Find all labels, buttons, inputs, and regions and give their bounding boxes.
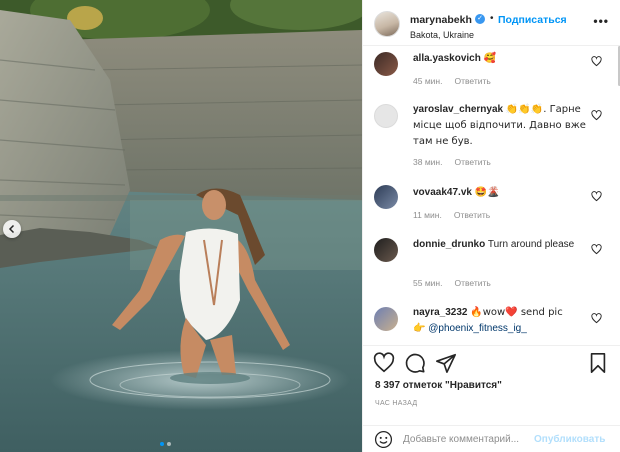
commenter-username[interactable]: nayra_3232 xyxy=(413,307,468,318)
commenter-avatar[interactable] xyxy=(374,307,398,331)
comment-text: Turn around please xyxy=(487,239,575,250)
heart-icon[interactable] xyxy=(591,56,602,67)
chevron-left-icon xyxy=(8,224,15,234)
previous-photo-button[interactable] xyxy=(3,220,21,238)
post-time[interactable]: ЧАС НАЗАД xyxy=(375,400,417,407)
reply-button[interactable]: Ответить xyxy=(454,278,490,288)
mention-link[interactable]: @phoenix_fitness_ig_ xyxy=(428,323,527,334)
post-actions: 8 397 отметок "Нравится" ЧАС НАЗАД xyxy=(363,345,620,425)
commenter-username[interactable]: donnie_drunko xyxy=(413,239,485,250)
comment-text: 🥰 xyxy=(483,53,497,64)
share-icon[interactable] xyxy=(435,352,457,374)
heart-icon[interactable] xyxy=(591,110,602,121)
comment-meta: 11 мин. Ответить xyxy=(413,210,490,220)
commenter-username[interactable]: alla.yaskovich xyxy=(413,53,481,64)
heart-icon[interactable] xyxy=(591,191,602,202)
heart-icon[interactable] xyxy=(591,313,602,324)
comment-time: 55 мин. xyxy=(413,278,443,288)
comment-meta: 45 мин. Ответить xyxy=(413,76,491,86)
reply-button[interactable]: Ответить xyxy=(454,157,490,167)
carousel-dot-active xyxy=(160,442,164,446)
post-photo[interactable] xyxy=(0,0,362,452)
heart-icon[interactable] xyxy=(373,352,395,374)
photo-scene xyxy=(0,0,362,452)
post-header: marynabekh ✓ • Подписаться Bakota, Ukrai… xyxy=(363,0,620,46)
commenter-avatar[interactable] xyxy=(374,104,398,128)
add-comment-bar: Опубликовать xyxy=(363,425,620,452)
comment-body: yaroslav_chernyak 👏👏👏. Гарне місце щоб в… xyxy=(413,102,593,150)
heart-icon[interactable] xyxy=(591,244,602,255)
author-avatar[interactable] xyxy=(374,11,400,37)
commenter-avatar[interactable] xyxy=(374,52,398,76)
emoji-icon[interactable] xyxy=(374,430,393,449)
reply-button[interactable]: Ответить xyxy=(454,76,490,86)
comment-text: 🤩🌋 xyxy=(474,187,500,198)
comment-text: 🔥wow❤️ send pic xyxy=(470,307,563,318)
comment-body: nayra_3232 🔥wow❤️ send pic 👉 @phoenix_fi… xyxy=(413,305,593,337)
comment-input[interactable] xyxy=(403,430,538,449)
carousel-indicator xyxy=(160,442,171,446)
publish-button[interactable]: Опубликовать xyxy=(534,434,605,445)
likes-count[interactable]: 8 397 отметок "Нравится" xyxy=(375,380,502,391)
comment-body: donnie_drunko Turn around please xyxy=(413,237,593,253)
comment-time: 45 мин. xyxy=(413,76,443,86)
comment-body: alla.yaskovich 🥰 xyxy=(413,51,593,67)
comment-time: 38 мин. xyxy=(413,157,443,167)
comment-time: 11 мин. xyxy=(413,210,442,220)
header-separator: • xyxy=(490,13,494,24)
carousel-dot xyxy=(167,442,171,446)
comment-body: vovaak47.vk 🤩🌋 xyxy=(413,185,593,201)
comment-icon[interactable] xyxy=(404,352,426,374)
comment-meta: 38 мин. Ответить xyxy=(413,157,491,167)
commenter-avatar[interactable] xyxy=(374,238,398,262)
commenter-avatar[interactable] xyxy=(374,185,398,209)
commenter-username[interactable]: vovaak47.vk xyxy=(413,187,472,198)
post-side-panel: marynabekh ✓ • Подписаться Bakota, Ukrai… xyxy=(362,0,620,452)
verified-badge-icon: ✓ xyxy=(475,14,485,24)
bookmark-icon[interactable] xyxy=(587,352,609,374)
more-options-icon[interactable]: ••• xyxy=(593,14,609,28)
commenter-username[interactable]: yaroslav_chernyak xyxy=(413,104,503,115)
mention-prefix: 👉 xyxy=(413,323,426,334)
follow-button[interactable]: Подписаться xyxy=(498,14,567,26)
comments-list[interactable]: alla.yaskovich 🥰 45 мин. Ответить yarosla… xyxy=(363,46,620,345)
comment-meta: 55 мин. Ответить xyxy=(413,278,491,288)
post-location[interactable]: Bakota, Ukraine xyxy=(410,30,474,40)
reply-button[interactable]: Ответить xyxy=(454,210,490,220)
author-username[interactable]: marynabekh xyxy=(410,14,472,26)
